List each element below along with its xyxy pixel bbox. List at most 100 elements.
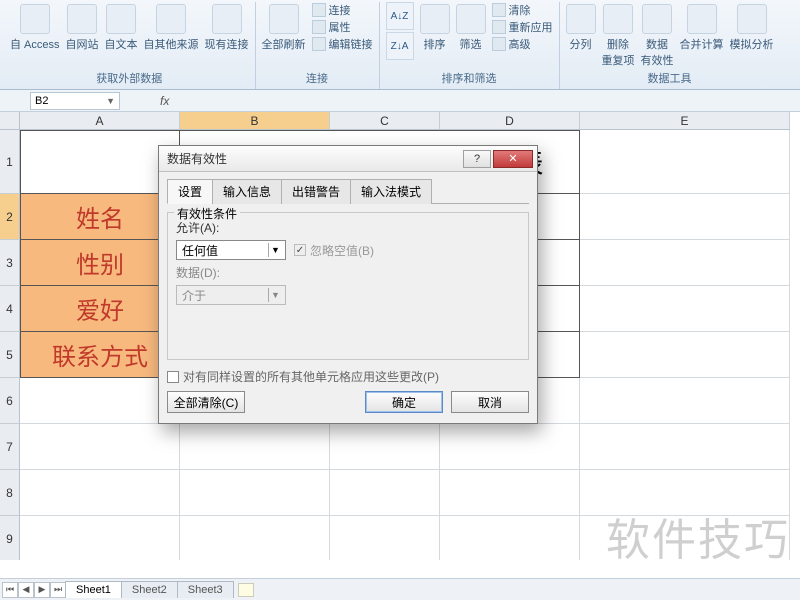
- row-header-9[interactable]: 9: [0, 516, 20, 560]
- data-validation-button[interactable]: 数据 有效性: [641, 2, 674, 68]
- cell[interactable]: [330, 470, 440, 516]
- checkbox-icon: ✓: [294, 244, 306, 256]
- sheet-tab-3[interactable]: Sheet3: [177, 581, 234, 598]
- cell-a5-label[interactable]: 联系方式: [20, 332, 180, 378]
- cell[interactable]: [440, 470, 580, 516]
- reapply-button[interactable]: 重新应用: [492, 19, 553, 35]
- fieldset-legend: 有效性条件: [174, 205, 240, 222]
- cell-e1[interactable]: [580, 130, 790, 194]
- consolidate-icon: [687, 4, 717, 34]
- row-header-5[interactable]: 5: [0, 332, 20, 378]
- link-icon: [312, 3, 326, 17]
- cell[interactable]: [180, 516, 330, 560]
- connections-sub: 连接 属性 编辑链接: [312, 2, 373, 52]
- cell-e4[interactable]: [580, 286, 790, 332]
- cell-a3-label[interactable]: 性别: [20, 240, 180, 286]
- dialog-title: 数据有效性: [167, 150, 227, 167]
- col-header-a[interactable]: A: [20, 112, 180, 130]
- dialog-titlebar[interactable]: 数据有效性 ? ✕: [159, 146, 537, 172]
- sort-asc-button[interactable]: A↓Z: [386, 2, 414, 30]
- cell[interactable]: [180, 424, 330, 470]
- cell-e5[interactable]: [580, 332, 790, 378]
- cell-e3[interactable]: [580, 240, 790, 286]
- properties-link[interactable]: 属性: [312, 19, 373, 35]
- text-to-columns-button[interactable]: 分列: [566, 2, 596, 52]
- fx-label[interactable]: fx: [160, 94, 169, 108]
- sheet-tab-2[interactable]: Sheet2: [121, 581, 178, 598]
- edit-links-link[interactable]: 编辑链接: [312, 36, 373, 52]
- col-header-c[interactable]: C: [330, 112, 440, 130]
- col-header-d[interactable]: D: [440, 112, 580, 130]
- tab-input-message[interactable]: 输入信息: [212, 179, 282, 204]
- close-button[interactable]: ✕: [493, 150, 533, 168]
- row-header-2[interactable]: 2: [0, 194, 20, 240]
- col-header-e[interactable]: E: [580, 112, 790, 130]
- name-box[interactable]: B2▼: [30, 92, 120, 110]
- cell-a2-label[interactable]: 姓名: [20, 194, 180, 240]
- help-button[interactable]: ?: [463, 150, 491, 168]
- cell[interactable]: [440, 516, 580, 560]
- apply-all-checkbox[interactable]: 对有同样设置的所有其他单元格应用这些更改(P): [167, 368, 529, 385]
- sheet-tab-1[interactable]: Sheet1: [65, 581, 122, 598]
- filter-button[interactable]: 筛选: [456, 2, 486, 52]
- edit-links-icon: [312, 37, 326, 51]
- from-other-button[interactable]: 自其他来源: [144, 2, 199, 52]
- nav-next-button[interactable]: ▶: [34, 582, 50, 598]
- tab-error-alert[interactable]: 出错警告: [281, 179, 351, 204]
- tab-settings[interactable]: 设置: [167, 179, 213, 204]
- whatif-button[interactable]: 模拟分析: [730, 2, 774, 52]
- connections-link[interactable]: 连接: [312, 2, 373, 18]
- cell[interactable]: [580, 516, 790, 560]
- sort-button[interactable]: 排序: [420, 2, 450, 52]
- clear-all-button[interactable]: 全部清除(C): [167, 391, 245, 413]
- row-header-7[interactable]: 7: [0, 424, 20, 470]
- nav-last-button[interactable]: ⏭: [50, 582, 66, 598]
- cell-a1[interactable]: [20, 130, 180, 194]
- dialog-tabs: 设置 输入信息 出错警告 输入法模式: [167, 178, 529, 204]
- row-header-8[interactable]: 8: [0, 470, 20, 516]
- row-header-4[interactable]: 4: [0, 286, 20, 332]
- cell[interactable]: [580, 424, 790, 470]
- row-header-3[interactable]: 3: [0, 240, 20, 286]
- from-access-button[interactable]: 自 Access: [10, 2, 60, 52]
- cell[interactable]: [180, 470, 330, 516]
- advanced-button[interactable]: 高级: [492, 36, 553, 52]
- row-header-1[interactable]: 1: [0, 130, 20, 194]
- cell[interactable]: [580, 470, 790, 516]
- cancel-button[interactable]: 取消: [451, 391, 529, 413]
- select-all-corner[interactable]: [0, 112, 20, 130]
- cell[interactable]: [580, 378, 790, 424]
- tab-ime-mode[interactable]: 输入法模式: [350, 179, 432, 204]
- cell[interactable]: [330, 516, 440, 560]
- cell[interactable]: [330, 424, 440, 470]
- reapply-icon: [492, 20, 506, 34]
- new-sheet-button[interactable]: [238, 583, 254, 597]
- ribbon-group-sort-filter: A↓Z Z↓A 排序 筛选 清除 重新应用 高级 排序和筛选: [380, 2, 560, 89]
- nav-first-button[interactable]: ⏮: [2, 582, 18, 598]
- cell[interactable]: [20, 424, 180, 470]
- advanced-icon: [492, 37, 506, 51]
- refresh-all-button[interactable]: 全部刷新: [262, 2, 306, 52]
- ribbon: 自 Access 自网站 自文本 自其他来源 现有连接 获取外部数据 全部刷新 …: [0, 0, 800, 90]
- col-header-b[interactable]: B: [180, 112, 330, 130]
- ok-button[interactable]: 确定: [365, 391, 443, 413]
- remove-duplicates-button[interactable]: 删除 重复项: [602, 2, 635, 68]
- cell[interactable]: [20, 378, 180, 424]
- group-title: 获取外部数据: [96, 68, 162, 88]
- validity-criteria-fieldset: 有效性条件 允许(A): 任何值▼ ✓忽略空值(B) 数据(D): 介于▼: [167, 212, 529, 360]
- from-web-button[interactable]: 自网站: [66, 2, 99, 52]
- existing-connections-button[interactable]: 现有连接: [205, 2, 249, 52]
- consolidate-button[interactable]: 合并计算: [680, 2, 724, 52]
- sort-desc-button[interactable]: Z↓A: [386, 32, 414, 60]
- cell-a4-label[interactable]: 爱好: [20, 286, 180, 332]
- cell[interactable]: [20, 470, 180, 516]
- cell[interactable]: [440, 424, 580, 470]
- cell[interactable]: [20, 516, 180, 560]
- row-header-6[interactable]: 6: [0, 378, 20, 424]
- nav-prev-button[interactable]: ◀: [18, 582, 34, 598]
- from-text-button[interactable]: 自文本: [105, 2, 138, 52]
- refresh-icon: [269, 4, 299, 34]
- clear-filter-button[interactable]: 清除: [492, 2, 553, 18]
- allow-combobox[interactable]: 任何值▼: [176, 240, 286, 260]
- cell-e2[interactable]: [580, 194, 790, 240]
